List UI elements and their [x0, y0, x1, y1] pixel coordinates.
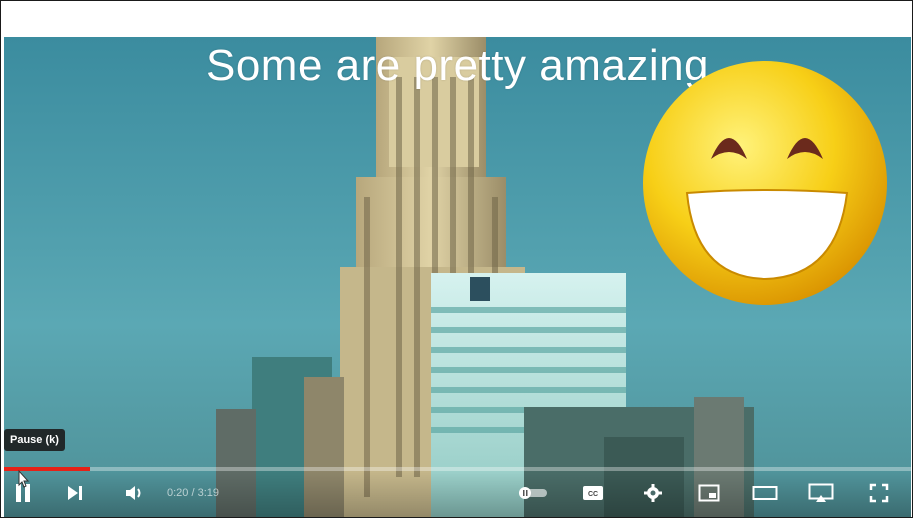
- player-controls: 0:20 / 3:19 CC: [4, 471, 911, 517]
- mouse-pointer-icon: [18, 469, 30, 488]
- cast-icon: [808, 483, 834, 502]
- time-display: 0:20 / 3:19: [167, 487, 219, 499]
- screenshot-frame: Some are pretty amazing Pause (k) 0:20 /…: [0, 0, 913, 518]
- autoplay-toggle[interactable]: [518, 479, 548, 507]
- captions-icon: CC: [583, 486, 603, 500]
- next-icon: [68, 486, 82, 500]
- volume-icon: [126, 486, 141, 500]
- fullscreen-icon: [869, 483, 889, 503]
- autoplay-toggle-icon: [519, 487, 547, 499]
- volume-button[interactable]: [120, 479, 150, 507]
- cast-button[interactable]: [806, 479, 836, 507]
- pause-tooltip: Pause (k): [4, 429, 65, 451]
- next-button[interactable]: [60, 479, 90, 507]
- theater-mode-icon: [752, 486, 778, 500]
- settings-button[interactable]: [638, 479, 668, 507]
- svg-text:CC: CC: [588, 491, 598, 498]
- fullscreen-button[interactable]: [864, 479, 894, 507]
- miniplayer-button[interactable]: [694, 479, 724, 507]
- gear-icon: [644, 484, 662, 502]
- video-player[interactable]: Some are pretty amazing Pause (k) 0:20 /…: [4, 37, 911, 517]
- grinning-face-emoji: [643, 61, 887, 305]
- miniplayer-icon: [698, 484, 720, 502]
- theater-mode-button[interactable]: [750, 479, 780, 507]
- captions-button[interactable]: CC: [578, 479, 608, 507]
